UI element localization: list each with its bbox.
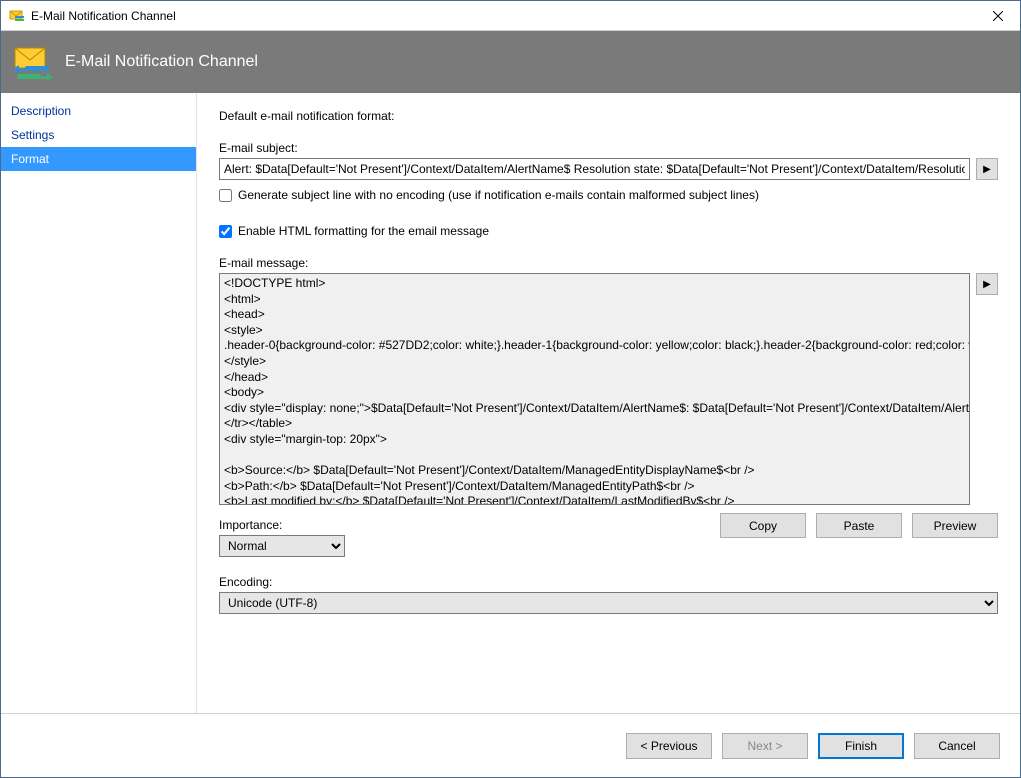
sidebar-item-settings[interactable]: Settings [1, 123, 196, 147]
encoding-select[interactable]: Unicode (UTF-8) [219, 592, 998, 614]
banner: E-Mail Notification Channel [1, 31, 1020, 93]
encoding-label: Encoding: [219, 575, 998, 589]
sidebar-item-description[interactable]: Description [1, 99, 196, 123]
importance-select[interactable]: Normal [219, 535, 345, 557]
subject-label: E-mail subject: [219, 141, 998, 155]
enable-html-checkbox[interactable] [219, 225, 232, 238]
wizard-footer: < Previous Next > Finish Cancel [1, 713, 1020, 777]
sidebar: Description Settings Format [1, 93, 197, 713]
copy-button[interactable]: Copy [720, 513, 806, 538]
app-icon [9, 8, 25, 24]
enable-html-label: Enable HTML formatting for the email mes… [238, 224, 489, 238]
mail-icon [13, 42, 53, 82]
generate-subject-row[interactable]: Generate subject line with no encoding (… [219, 188, 998, 202]
banner-title: E-Mail Notification Channel [65, 53, 258, 71]
next-button: Next > [722, 733, 808, 759]
main-area: Description Settings Format Default e-ma… [1, 93, 1020, 713]
preview-button[interactable]: Preview [912, 513, 998, 538]
subject-variable-button[interactable]: ▶ [976, 158, 998, 180]
message-textarea[interactable] [219, 273, 970, 505]
subject-input[interactable] [219, 158, 970, 180]
sidebar-item-format[interactable]: Format [1, 147, 196, 171]
intro-label: Default e-mail notification format: [219, 109, 998, 123]
close-button[interactable] [975, 1, 1020, 31]
window-title: E-Mail Notification Channel [31, 9, 176, 23]
title-bar: E-Mail Notification Channel [1, 1, 1020, 31]
previous-button[interactable]: < Previous [626, 733, 712, 759]
message-label: E-mail message: [219, 256, 998, 270]
arrow-right-icon: ▶ [983, 279, 991, 290]
generate-subject-checkbox[interactable] [219, 189, 232, 202]
enable-html-row[interactable]: Enable HTML formatting for the email mes… [219, 224, 998, 238]
paste-button[interactable]: Paste [816, 513, 902, 538]
cancel-button[interactable]: Cancel [914, 733, 1000, 759]
message-variable-button[interactable]: ▶ [976, 273, 998, 295]
content-pane: Default e-mail notification format: E-ma… [197, 93, 1020, 713]
finish-button[interactable]: Finish [818, 733, 904, 759]
arrow-right-icon: ▶ [983, 164, 991, 175]
generate-subject-label: Generate subject line with no encoding (… [238, 188, 759, 202]
